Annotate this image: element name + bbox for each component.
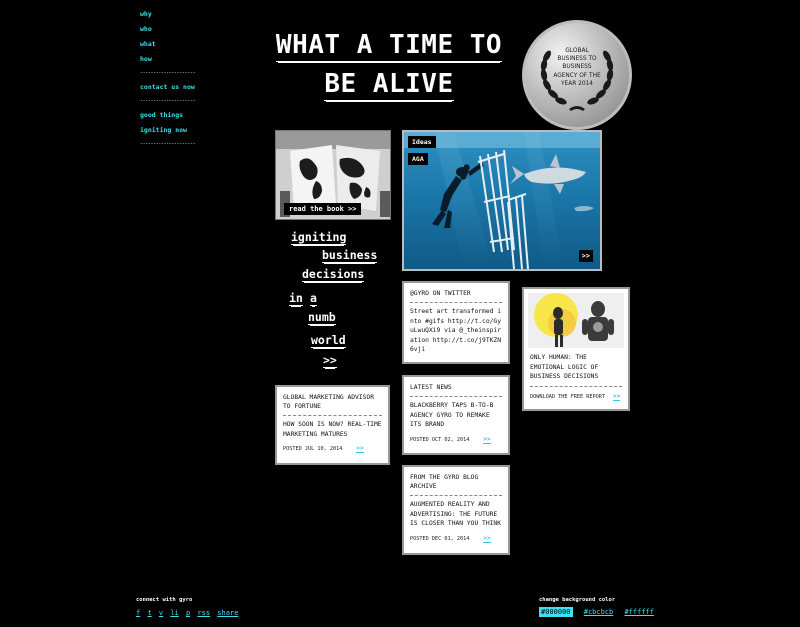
nav-item-why[interactable]: why	[140, 7, 196, 22]
hero-title-line-1: WHAT A TIME TO	[275, 30, 503, 62]
tagline-word[interactable]: world	[311, 334, 346, 348]
latest-news-card: LATEST NEWS BLACKBERRY TAPS B-TO-B AGENC…	[402, 375, 510, 455]
news-more-link[interactable]: >>	[483, 435, 491, 444]
social-links: f t v li p rss share	[136, 609, 241, 617]
pinterest-link[interactable]: p	[186, 609, 190, 617]
latest-news-title: LATEST NEWS	[410, 384, 452, 391]
tagline-arrow[interactable]: >>	[323, 354, 337, 368]
swatch-black[interactable]: #000000	[539, 607, 573, 617]
color-swatches: #000000 #cbcbcb #ffffff	[539, 607, 661, 617]
background-color-label: change background color	[539, 597, 616, 603]
nav-divider: ------------------------	[140, 70, 196, 76]
blog-meta: POSTED DEC 01, 2014 >>	[404, 529, 508, 543]
fortune-posted-date: POSTED JUL 10, 2014	[283, 446, 343, 452]
nav-divider: ------------------------	[140, 98, 196, 104]
background-color-section: change background color #000000 #cbcbcb …	[539, 597, 661, 617]
rss-link[interactable]: rss	[197, 609, 210, 617]
connect-label: connect with gyro	[136, 597, 193, 603]
hero-title: WHAT A TIME TO BE ALIVE	[272, 30, 506, 108]
download-report-label[interactable]: DOWNLOAD THE FREE REPORT	[530, 394, 605, 400]
swatch-grey[interactable]: #cbcbcb	[584, 608, 614, 616]
news-posted-date: POSTED OCT 02, 2014	[410, 436, 470, 443]
fortune-headline[interactable]: HOW SOON IS NOW? REAL-TIME MARKETING MAT…	[277, 416, 388, 439]
nav-item-what[interactable]: what	[140, 37, 196, 52]
tagline-word[interactable]: igniting	[291, 231, 347, 245]
tagline-word[interactable]: business	[322, 249, 378, 263]
download-report-link[interactable]: DOWNLOAD THE FREE REPORT >>	[524, 387, 628, 401]
share-link[interactable]: share	[217, 609, 238, 617]
blog-more-link[interactable]: >>	[483, 534, 491, 543]
tagline-word[interactable]: decisions	[302, 268, 365, 282]
twitter-link[interactable]: t	[147, 609, 151, 617]
main-nav: why who what how -----------------------…	[140, 7, 196, 151]
aga-tag: AGA	[408, 153, 428, 165]
tagline-word[interactable]: numb	[308, 311, 336, 325]
nav-item-igniting-now[interactable]: igniting now	[140, 123, 196, 138]
twitter-card-title: @GYRO ON TWITTER	[410, 290, 471, 297]
nav-item-good-things[interactable]: good things	[140, 108, 196, 123]
tweet-text[interactable]: Street art transformed into #gifs http:/…	[404, 303, 508, 355]
report-more-link[interactable]: >>	[612, 392, 621, 401]
nav-divider: ------------------------	[140, 141, 196, 147]
ideas-tag: Ideas	[408, 136, 436, 148]
fortune-title: GLOBAL MARKETING ADVISOR TO FORTUNE	[283, 394, 374, 410]
blog-card: FROM THE GYRO BLOG ARCHIVE AUGMENTED REA…	[402, 465, 510, 555]
tagline-word[interactable]: in	[289, 292, 303, 306]
read-the-book-button[interactable]: read the book >>	[284, 203, 362, 215]
connect-section: connect with gyro f t v li p rss share	[136, 597, 241, 617]
book-tile[interactable]: read the book >>	[275, 130, 391, 220]
blog-title: FROM THE GYRO BLOG ARCHIVE	[410, 474, 479, 490]
award-badge-text: GLOBAL BUSINESS TO BUSINESS AGENCY OF TH…	[553, 46, 601, 87]
linkedin-link[interactable]: li	[170, 609, 178, 617]
report-title: ONLY HUMAN: THE EMOTIONAL LOGIC OF BUSIN…	[530, 354, 599, 380]
nav-item-contact-us-now[interactable]: contact us now	[140, 80, 196, 95]
diver-shark-image	[404, 132, 600, 269]
report-image-graphic	[528, 293, 624, 348]
fortune-more-link[interactable]: >>	[356, 445, 364, 453]
ideas-tile[interactable]: Ideas AGA >>	[402, 130, 602, 271]
blog-headline[interactable]: AUGMENTED REALITY AND ADVERTISING: THE F…	[404, 496, 508, 529]
award-badge: GLOBAL BUSINESS TO BUSINESS AGENCY OF TH…	[522, 20, 632, 130]
vimeo-link[interactable]: v	[159, 609, 163, 617]
report-card: ONLY HUMAN: THE EMOTIONAL LOGIC OF BUSIN…	[522, 287, 630, 411]
news-headline[interactable]: BLACKBERRY TAPS B-TO-B AGENCY GYRO TO RE…	[404, 397, 508, 430]
blog-posted-date: POSTED DEC 01, 2014	[410, 535, 470, 542]
nav-item-who[interactable]: who	[140, 22, 196, 37]
facebook-link[interactable]: f	[136, 609, 140, 617]
twitter-card: @GYRO ON TWITTER Street art transformed …	[402, 281, 510, 364]
fortune-meta: POSTED JUL 10, 2014 >>	[277, 439, 388, 453]
report-image	[528, 293, 624, 348]
swatch-white[interactable]: #ffffff	[624, 608, 654, 616]
ideas-more-button[interactable]: >>	[578, 250, 593, 262]
hero-title-line-2: BE ALIVE	[324, 69, 454, 101]
fortune-card: GLOBAL MARKETING ADVISOR TO FORTUNE HOW …	[275, 385, 390, 465]
tagline-word[interactable]: a	[310, 292, 317, 306]
nav-item-how[interactable]: how	[140, 52, 196, 67]
news-meta: POSTED OCT 02, 2014 >>	[404, 430, 508, 444]
